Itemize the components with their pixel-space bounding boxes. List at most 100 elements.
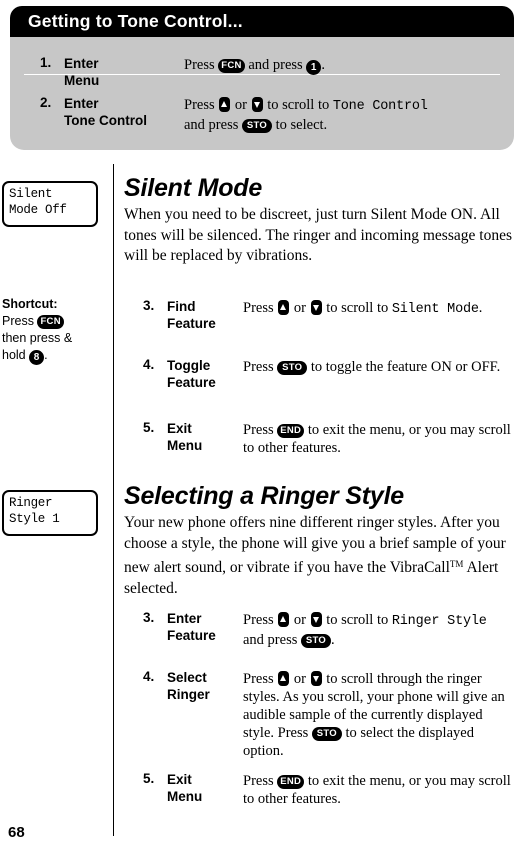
text-fragment: Press <box>243 422 274 438</box>
step-instruction: Press or to scroll through the ringer st… <box>243 670 515 760</box>
step-instruction: Press or to scroll to Tone Control and p… <box>184 96 500 134</box>
section-heading-ringer-style: Selecting a Ringer Style <box>124 482 405 510</box>
step-label: Enter Tone Control <box>64 95 180 129</box>
getting-to-tone-control-panel: Getting to Tone Control... 1. Enter Menu… <box>10 6 514 150</box>
text-fragment: Press <box>243 671 274 687</box>
step-label-line2: Feature <box>167 628 216 643</box>
text-fragment: . <box>44 348 48 362</box>
lcd-line-1: Ringer <box>9 496 53 510</box>
scroll-up-key-icon <box>278 612 290 627</box>
text-fragment: Press <box>243 612 274 628</box>
step-label-line2: Feature <box>167 375 216 390</box>
sto-key-icon: STO <box>301 634 331 648</box>
step-instruction: Press END to exit the menu, or you may s… <box>243 772 515 808</box>
text-fragment: Your new phone offers nine different rin… <box>124 514 506 576</box>
text-fragment: Press <box>243 773 274 789</box>
step-number: 5. <box>143 420 155 435</box>
text-fragment: Press <box>184 57 215 73</box>
step-label-line1: Exit <box>167 772 192 787</box>
text-fragment: Press <box>243 359 274 375</box>
step-number: 2. <box>40 95 52 110</box>
text-fragment: Press <box>184 97 215 113</box>
section-heading-silent-mode: Silent Mode <box>124 174 263 202</box>
step-label: Exit Menu <box>167 420 247 454</box>
scroll-down-key-icon <box>310 671 322 686</box>
step-label-line2: Menu <box>167 789 203 804</box>
step-label-line2: Ringer <box>167 687 210 702</box>
step-number: 4. <box>143 669 155 684</box>
trademark-symbol: TM <box>449 559 464 569</box>
step-label-line2: Feature <box>167 316 216 331</box>
scroll-down-key-icon <box>310 612 322 627</box>
step-label-line1: Toggle <box>167 358 211 373</box>
lcd-display-ringer-style: Ringer Style 1 <box>2 490 98 536</box>
scroll-up-key-icon <box>219 97 231 112</box>
step-label-line1: Select <box>167 670 207 685</box>
display-value: Ringer Style <box>391 614 487 629</box>
text-fragment: Press <box>243 300 274 316</box>
step-label-line1: Exit <box>167 421 192 436</box>
fcn-key-icon: FCN <box>218 59 245 73</box>
text-fragment: to select. <box>275 117 328 133</box>
display-value: Silent Mode <box>391 302 479 317</box>
fcn-key-icon: FCN <box>37 315 64 329</box>
text-fragment: then press & <box>2 331 73 345</box>
step-instruction: Press END to exit the menu, or you may s… <box>243 421 515 457</box>
section-body-ringer-style: Your new phone offers nine different rin… <box>124 513 522 599</box>
panel-title-bar: Getting to Tone Control... <box>10 6 514 37</box>
step-label-line1: Enter <box>167 611 202 626</box>
step-number: 5. <box>143 771 155 786</box>
digit-eight-key-icon: 8 <box>29 350 45 365</box>
step-label-line2: Menu <box>167 438 203 453</box>
column-divider-rule <box>113 164 114 836</box>
step-instruction: Press STO to toggle the feature ON or OF… <box>243 358 515 376</box>
step-instruction: Press or to scroll to Ringer Style and p… <box>243 611 515 649</box>
text-fragment: Press <box>2 314 34 328</box>
step-label: Toggle Feature <box>167 357 247 391</box>
text-fragment: hold <box>2 348 26 362</box>
step-label: Exit Menu <box>167 771 247 805</box>
text-fragment: or <box>293 671 306 687</box>
digit-one-key-icon: 1 <box>306 60 322 75</box>
lcd-line-2: Style 1 <box>9 512 60 526</box>
text-fragment: . <box>331 632 335 648</box>
step-number: 3. <box>143 298 155 313</box>
text-fragment: to toggle the feature ON or OFF. <box>310 359 501 375</box>
scroll-down-key-icon <box>310 300 322 315</box>
text-fragment: or <box>293 612 306 628</box>
step-label: Find Feature <box>167 298 247 332</box>
text-fragment: . <box>321 57 325 73</box>
scroll-up-key-icon <box>278 671 290 686</box>
step-instruction: Press or to scroll to Silent Mode. <box>243 299 513 319</box>
step-number: 4. <box>143 357 155 372</box>
step-number: 1. <box>40 55 52 70</box>
step-label: Select Ringer <box>167 669 247 703</box>
step-label: Enter Feature <box>167 610 247 644</box>
sto-key-icon: STO <box>311 727 342 741</box>
text-fragment: and press <box>243 632 298 648</box>
page-number: 68 <box>8 824 25 841</box>
end-key-icon: END <box>277 775 305 789</box>
panel-title: Getting to Tone Control... <box>28 11 243 31</box>
sto-key-icon: STO <box>242 119 272 133</box>
lcd-display-silent-mode: Silent Mode Off <box>2 181 98 227</box>
shortcut-note: Shortcut: Press FCN then press & hold 8. <box>2 296 108 365</box>
shortcut-header: Shortcut: <box>2 297 58 311</box>
text-fragment: to scroll to <box>267 97 330 113</box>
step-label-line2: Tone Control <box>64 113 147 128</box>
text-fragment: or <box>234 97 247 113</box>
step-number: 3. <box>143 610 155 625</box>
step-label-line1: Enter <box>64 96 99 111</box>
section-body-silent-mode: When you need to be discreet, just turn … <box>124 206 512 264</box>
end-key-icon: END <box>277 424 305 438</box>
text-fragment: or <box>293 300 306 316</box>
step-instruction: Press FCN and press 1. <box>184 56 494 75</box>
lcd-line-1: Silent <box>9 187 53 201</box>
text-fragment: and press <box>248 57 303 73</box>
text-fragment: . <box>478 300 483 316</box>
display-value: Tone Control <box>332 99 428 114</box>
step-label: Enter Menu <box>64 56 100 88</box>
step-label-line1: Find <box>167 299 196 314</box>
text-fragment: to scroll to <box>326 612 389 628</box>
text-fragment: and press <box>184 117 239 133</box>
